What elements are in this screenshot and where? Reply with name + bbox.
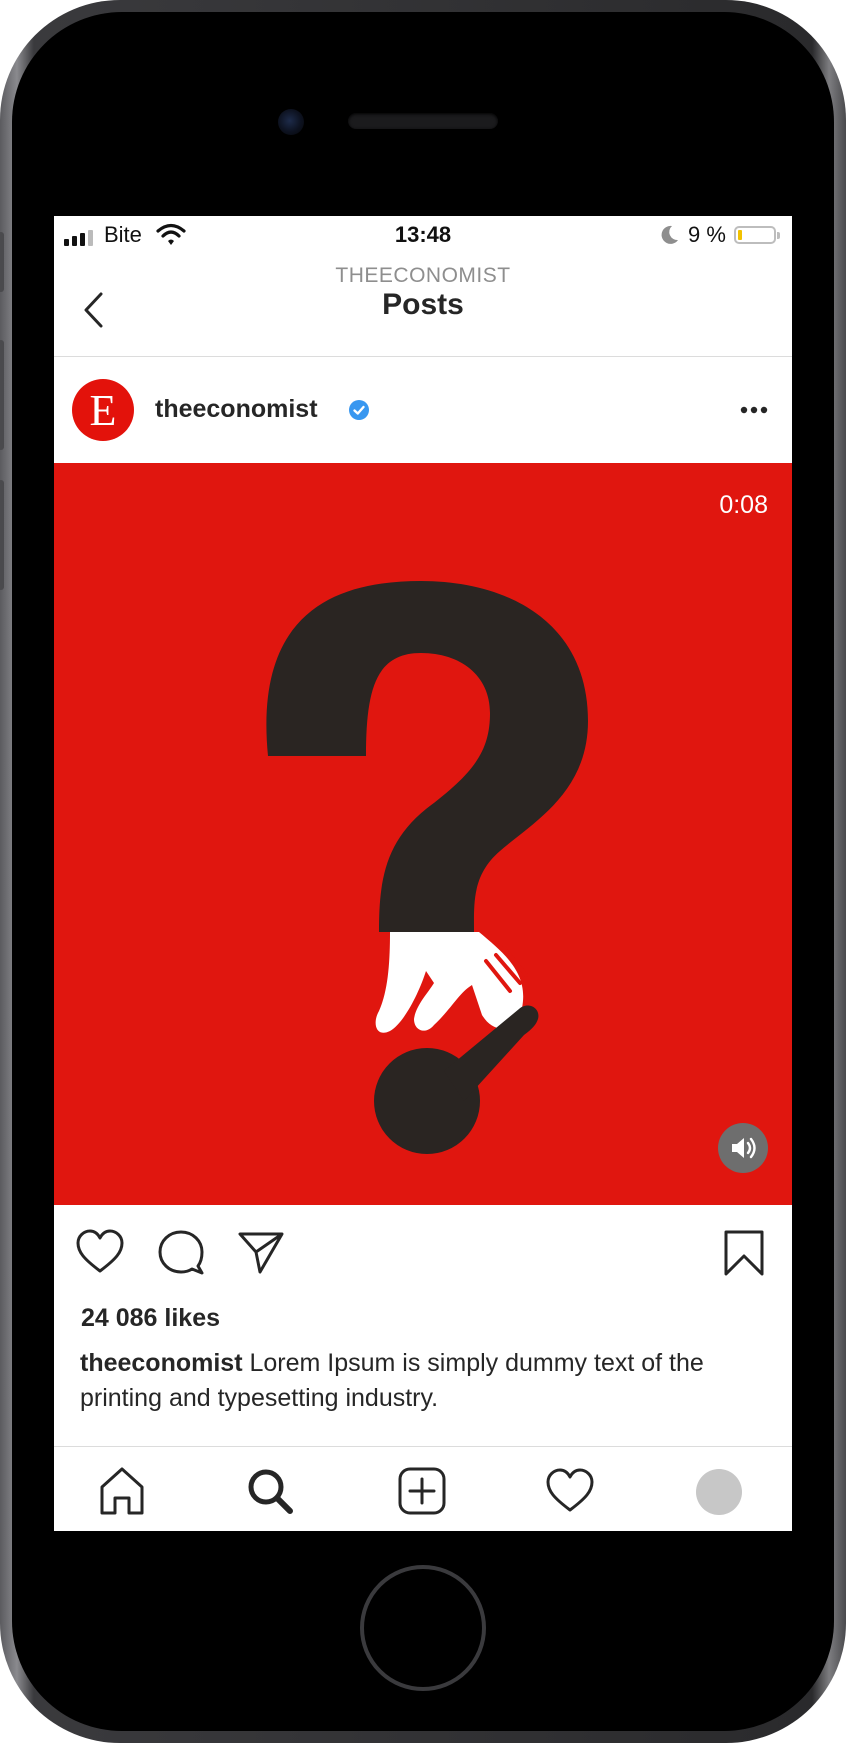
- comment-icon[interactable]: [156, 1228, 206, 1276]
- share-icon[interactable]: [236, 1228, 286, 1276]
- home-icon[interactable]: [96, 1465, 148, 1517]
- front-camera: [278, 109, 304, 135]
- page-title: Posts: [382, 288, 464, 321]
- bottom-tab-bar: [54, 1446, 792, 1531]
- status-bar: Bite 13:48 9 %: [54, 216, 792, 256]
- likes-count[interactable]: 24 086 likes: [81, 1304, 220, 1333]
- sound-toggle-button[interactable]: [718, 1123, 768, 1173]
- profile-avatar[interactable]: [696, 1469, 742, 1515]
- moon-icon: [661, 225, 678, 244]
- heart-icon[interactable]: [74, 1228, 126, 1276]
- post-video[interactable]: 0:08: [54, 463, 792, 1205]
- earpiece-speaker: [348, 113, 498, 129]
- video-timer: 0:08: [719, 491, 768, 519]
- battery-icon: [734, 226, 780, 244]
- battery-percent: 9 %: [688, 222, 726, 247]
- post-header: E theeconomist: [54, 357, 792, 461]
- question-mark-hand-illustration: [266, 581, 588, 1154]
- activity-heart-icon[interactable]: [544, 1465, 596, 1517]
- top-navigation-bar: THEECONOMIST Posts: [54, 256, 792, 357]
- phone-frame: Bite 13:48 9 % THEECONOMIST Posts E thee…: [0, 0, 846, 1743]
- search-icon[interactable]: [244, 1465, 296, 1517]
- mute-switch: [0, 232, 4, 292]
- volume-up-button: [0, 340, 4, 450]
- speaker-icon: [732, 1137, 756, 1159]
- post-actions: [54, 1216, 792, 1286]
- screen: Bite 13:48 9 % THEECONOMIST Posts E thee…: [54, 216, 792, 1531]
- account-avatar[interactable]: E: [72, 379, 134, 441]
- post-caption: theeconomist Lorem Ipsum is simply dummy…: [80, 1346, 770, 1416]
- nav-subtitle: THEECONOMIST: [335, 264, 511, 287]
- caption-username[interactable]: theeconomist: [80, 1349, 243, 1377]
- status-time: 13:48: [394, 222, 452, 247]
- more-horizontal-icon[interactable]: [734, 395, 774, 425]
- new-post-icon[interactable]: [396, 1465, 448, 1517]
- home-button[interactable]: [360, 1565, 486, 1691]
- post-username[interactable]: theeconomist: [155, 395, 318, 424]
- verified-badge-icon: [349, 400, 369, 420]
- bookmark-icon[interactable]: [722, 1228, 766, 1278]
- volume-down-button: [0, 480, 4, 590]
